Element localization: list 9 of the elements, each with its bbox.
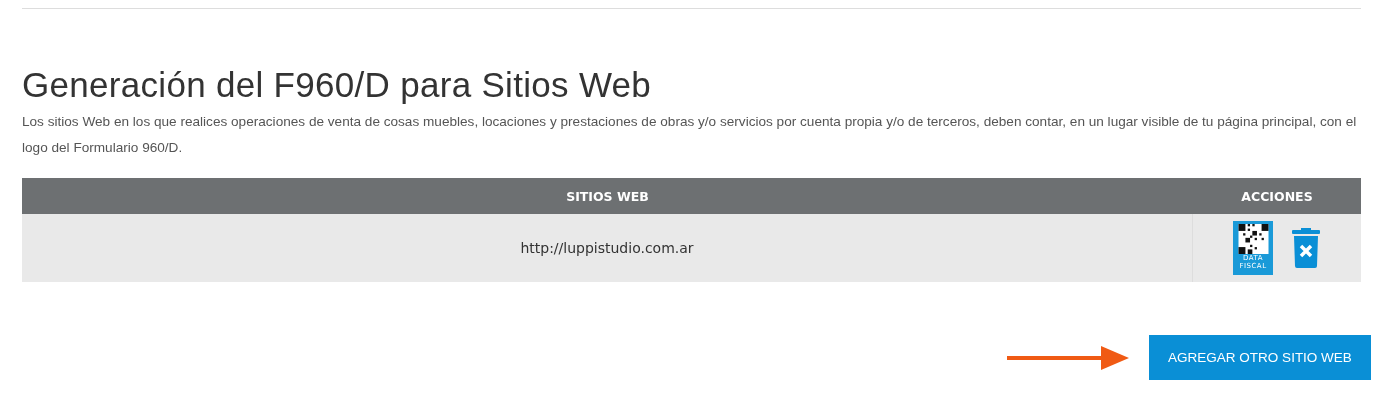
qr-code-icon — [1237, 224, 1269, 254]
table-cell-text: http://luppistudio.com.ar — [519, 240, 695, 256]
add-site-button[interactable]: AGREGAR OTRO SITIO WEB — [1149, 335, 1371, 380]
trash-icon[interactable] — [1291, 228, 1321, 268]
description-text: Los sitios Web en los que realices operaciones de venta de cosas muebles, locaciones y prestaciones de obras y/o servicios por cuenta propia y/o de terceros, deben contar, en un lugar visible de tu página principal, con el logo del Formulario 960/D. — [22, 113, 1357, 157]
column-header: ACCIONES — [1240, 188, 1314, 204]
arrow-icon — [1007, 344, 1129, 371]
page-title: Generación del F960/D para Sitios Web — [22, 65, 653, 105]
column-header: SITIOS WEB — [565, 188, 650, 204]
